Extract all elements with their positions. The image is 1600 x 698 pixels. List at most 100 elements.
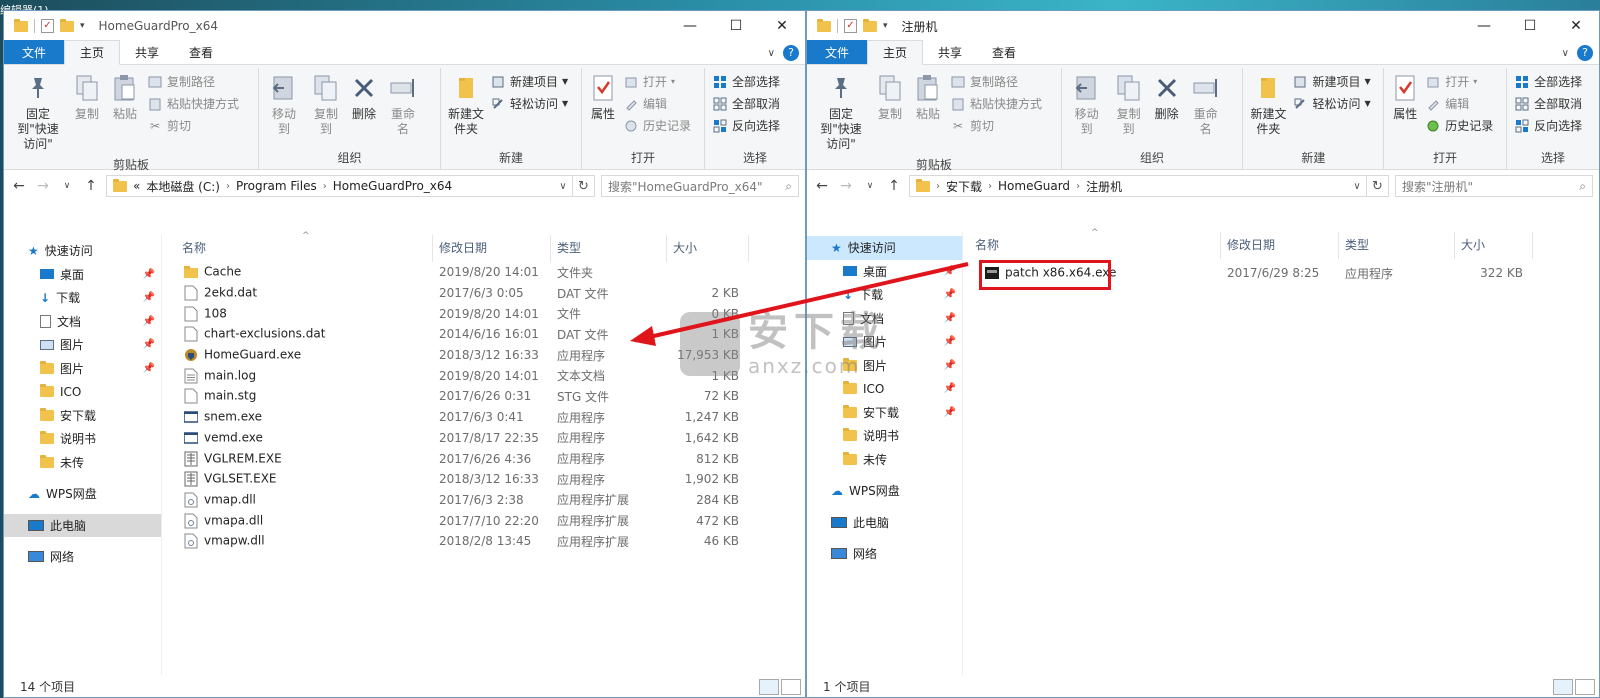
tab-home[interactable]: 主页 xyxy=(64,40,121,65)
file-row[interactable]: vmap.dll 2017/6/3 2:38 应用程序扩展 284 KB xyxy=(162,490,805,511)
copy-to-button[interactable]: 复制到 xyxy=(305,70,347,147)
delete-button[interactable]: 删除 xyxy=(1150,70,1184,147)
nav-downloads[interactable]: ↓ 下载 📌 xyxy=(807,283,962,307)
address-bar[interactable]: « 本地磁盘 (C:) › Program Files › HomeGuardP… xyxy=(106,175,573,197)
file-row[interactable]: vmapa.dll 2017/7/10 22:20 应用程序扩展 472 KB xyxy=(162,510,805,531)
breadcrumb-item[interactable]: 本地磁盘 (C:) xyxy=(146,178,220,195)
recent-locations-icon[interactable]: ∨ xyxy=(58,181,76,191)
address-overflow[interactable]: « xyxy=(133,179,140,193)
nav-untransferred[interactable]: 未传 xyxy=(807,448,962,472)
breadcrumb-item[interactable]: HomeGuard xyxy=(998,179,1070,193)
pin-quick-access-button[interactable]: 固定到"快速访问" xyxy=(811,70,871,154)
breadcrumb-separator-icon[interactable]: › xyxy=(936,181,940,192)
nav-anxz[interactable]: 安下载 📌 xyxy=(807,401,962,425)
breadcrumb-separator-icon[interactable]: › xyxy=(1076,181,1080,192)
nav-network[interactable]: 网络 xyxy=(807,542,962,566)
file-row[interactable]: vmapw.dll 2018/2/8 13:45 应用程序扩展 46 KB xyxy=(162,531,805,552)
refresh-icon[interactable]: ↻ xyxy=(1367,175,1389,197)
properties-button[interactable]: 属性 xyxy=(1388,70,1422,147)
nav-ico[interactable]: ICO xyxy=(4,380,161,404)
forward-arrow-icon[interactable]: → xyxy=(837,178,855,194)
help-icon[interactable]: ? xyxy=(1577,45,1593,61)
breadcrumb-item[interactable]: 注册机 xyxy=(1086,178,1122,195)
close-button[interactable]: ✕ xyxy=(1553,11,1599,41)
refresh-icon[interactable]: ↻ xyxy=(573,175,595,197)
select-none-button[interactable]: 全部取消 xyxy=(712,94,780,113)
nav-pictures-folder[interactable]: 图片 📌 xyxy=(4,357,161,381)
new-folder-button[interactable]: 新建文件夹 xyxy=(445,70,487,147)
select-none-button[interactable]: 全部取消 xyxy=(1514,94,1582,113)
open-button[interactable]: 打开 ▾ xyxy=(1425,72,1493,91)
properties-check-icon[interactable]: ✓ xyxy=(844,19,857,33)
nav-quick-access[interactable]: ★ 快速访问 xyxy=(807,236,962,260)
properties-button[interactable]: 属性 xyxy=(586,70,620,147)
rename-button[interactable]: 重命名 xyxy=(381,70,425,147)
tab-share[interactable]: 共享 xyxy=(923,40,977,64)
cut-button[interactable]: ✂ 剪切 xyxy=(147,116,239,135)
nav-documents[interactable]: 文档 📌 xyxy=(4,310,161,334)
column-header-name[interactable]: 名称 xyxy=(162,235,433,262)
column-header-size[interactable]: 大小 xyxy=(667,235,749,262)
history-button[interactable]: 历史记录 xyxy=(1425,116,1493,135)
nav-desktop[interactable]: 桌面 📌 xyxy=(807,260,962,284)
copy-button[interactable]: 复制 xyxy=(68,70,106,154)
column-header-date[interactable]: 修改日期 xyxy=(433,235,551,262)
help-icon[interactable]: ? xyxy=(783,45,799,61)
breadcrumb-item[interactable]: 安下载 xyxy=(946,178,982,195)
edit-button[interactable]: 编辑 xyxy=(1425,94,1493,113)
new-folder-icon[interactable] xyxy=(863,18,877,32)
invert-selection-button[interactable]: 反向选择 xyxy=(1514,116,1582,135)
copy-to-button[interactable]: 复制到 xyxy=(1108,70,1150,147)
search-input[interactable]: 搜索"注册机" ⌕ xyxy=(1395,175,1593,197)
move-to-button[interactable]: 移动到 xyxy=(1066,70,1108,147)
nav-ico[interactable]: ICO 📌 xyxy=(807,377,962,401)
new-item-button[interactable]: 新建项目 ▼ xyxy=(1292,72,1371,91)
properties-check-icon[interactable]: ✓ xyxy=(41,19,54,33)
tab-view[interactable]: 查看 xyxy=(977,40,1031,64)
column-header-type[interactable]: 类型 xyxy=(1339,232,1455,259)
nav-this-pc[interactable]: 此电脑 xyxy=(807,511,962,535)
nav-quick-access[interactable]: ★ 快速访问 xyxy=(4,239,161,263)
nav-manual[interactable]: 说明书 xyxy=(4,427,161,451)
paste-shortcut-button[interactable]: 粘贴快捷方式 xyxy=(147,94,239,113)
address-bar[interactable]: › 安下载 › HomeGuard › 注册机 ∨ xyxy=(909,175,1367,197)
copy-path-button[interactable]: 复制路径 xyxy=(950,72,1042,91)
details-view-button[interactable] xyxy=(759,679,779,695)
address-dropdown-icon[interactable]: ∨ xyxy=(1348,181,1366,192)
tab-share[interactable]: 共享 xyxy=(120,40,174,64)
column-header-type[interactable]: 类型 xyxy=(551,235,667,262)
nav-wps[interactable]: ☁ WPS网盘 xyxy=(4,482,161,506)
title-bar[interactable]: ✓ ▾ 注册机 — ☐ ✕ xyxy=(807,11,1599,41)
collapse-ribbon-icon[interactable]: ∨ xyxy=(768,48,775,59)
copy-path-button[interactable]: 复制路径 xyxy=(147,72,239,91)
customize-toolbar-dropdown-icon[interactable]: ▾ xyxy=(80,21,85,31)
large-icons-view-button[interactable] xyxy=(781,679,801,695)
file-row[interactable]: main.stg 2017/6/26 0:31 STG 文件 72 KB xyxy=(162,386,805,407)
breadcrumb-item[interactable]: HomeGuardPro_x64 xyxy=(333,179,452,193)
file-row[interactable]: vemd.exe 2017/8/17 22:35 应用程序 1,642 KB xyxy=(162,428,805,449)
file-row[interactable]: Cache 2019/8/20 14:01 文件夹 xyxy=(162,262,805,283)
rename-button[interactable]: 重命名 xyxy=(1184,70,1228,147)
title-bar[interactable]: ✓ ▾ HomeGuardPro_x64 — ☐ ✕ xyxy=(4,11,805,41)
nav-wps[interactable]: ☁ WPS网盘 xyxy=(807,479,962,503)
copy-button[interactable]: 复制 xyxy=(871,70,909,154)
nav-manual[interactable]: 说明书 xyxy=(807,424,962,448)
breadcrumb-separator-icon[interactable]: › xyxy=(988,181,992,192)
new-folder-icon[interactable] xyxy=(60,18,74,32)
nav-this-pc[interactable]: 此电脑 xyxy=(4,513,161,537)
recent-locations-icon[interactable]: ∨ xyxy=(861,181,879,191)
collapse-ribbon-icon[interactable]: ∨ xyxy=(1562,48,1569,59)
select-all-button[interactable]: 全部选择 xyxy=(1514,72,1582,91)
tab-file[interactable]: 文件 xyxy=(807,40,868,64)
file-row[interactable]: VGLREM.EXE 2017/6/26 4:36 应用程序 812 KB xyxy=(162,448,805,469)
tab-view[interactable]: 查看 xyxy=(174,40,228,64)
nav-network[interactable]: 网络 xyxy=(4,545,161,569)
column-header-date[interactable]: 修改日期 xyxy=(1221,232,1339,259)
nav-untransferred[interactable]: 未传 xyxy=(4,451,161,475)
minimize-button[interactable]: — xyxy=(667,11,713,41)
select-all-button[interactable]: 全部选择 xyxy=(712,72,780,91)
file-row[interactable]: VGLSET.EXE 2018/3/12 16:33 应用程序 1,902 KB xyxy=(162,469,805,490)
move-to-button[interactable]: 移动到 xyxy=(263,70,305,147)
large-icons-view-button[interactable] xyxy=(1575,679,1595,695)
maximize-button[interactable]: ☐ xyxy=(1507,11,1553,41)
